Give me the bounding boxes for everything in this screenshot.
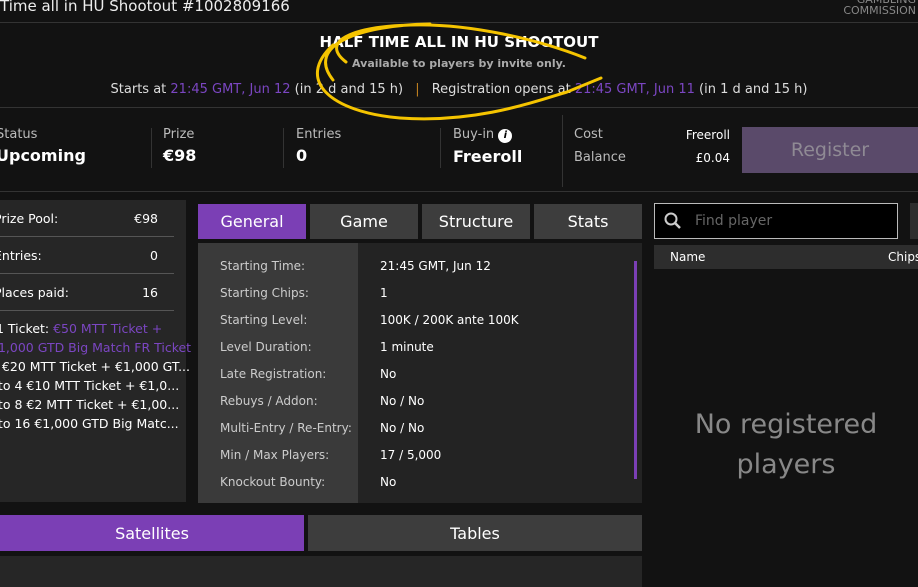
divider	[0, 22, 918, 23]
reg-label: Registration opens at	[431, 82, 571, 97]
cost-value: Freeroll	[685, 128, 730, 142]
detail-value: 100K / 200K ante 100K	[380, 313, 519, 327]
detail-value: 1	[380, 286, 388, 300]
prize-item: 9 to 16 €1,000 GTD Big Matc...	[0, 416, 179, 431]
detail-label: Level Duration:	[220, 340, 312, 354]
buyin-stat: Buy-in i Freeroll	[453, 127, 523, 166]
detail-label: Min / Max Players:	[220, 448, 330, 462]
balance-label: Balance	[574, 150, 626, 165]
detail-label: Knockout Bounty:	[220, 475, 326, 489]
detail-value: 1 minute	[380, 340, 434, 354]
schedule-line: Starts at 21:45 GMT, Jun 12 (in 2 d and …	[0, 82, 918, 97]
players-table-header: Name Chips	[654, 245, 918, 269]
col-name[interactable]: Name	[670, 250, 705, 264]
detail-value: No / No	[380, 394, 425, 408]
register-button[interactable]: Register	[742, 127, 918, 173]
detail-value: No	[380, 475, 397, 489]
invite-notice: Available to players by invite only.	[352, 57, 566, 70]
col-chips[interactable]: Chips	[888, 250, 918, 264]
divider	[440, 128, 441, 168]
places-paid-row: Places paid: 16	[0, 274, 174, 311]
balance-value: £0.04	[695, 151, 730, 165]
starts-label: Starts at	[110, 82, 167, 97]
divider	[151, 128, 152, 168]
divider	[0, 107, 918, 108]
window-title: Time all in HU Shootout #1002809166	[0, 0, 290, 15]
tab-stats[interactable]: Stats	[534, 204, 642, 239]
prize-list: 1 Ticket: €50 MTT Ticket + €1,000 GTD Bi…	[0, 311, 191, 433]
prize-link[interactable]: €1,000 GTD Big Match FR Ticket	[0, 338, 191, 357]
detail-value: No / No	[380, 421, 425, 435]
search-icon	[664, 212, 681, 229]
detail-label: Starting Chips:	[220, 286, 309, 300]
gambling-commission-logo: GAMBLINGCOMMISSION	[843, 0, 916, 17]
detail-value: 21:45 GMT, Jun 12	[380, 259, 491, 273]
find-player-input[interactable]: Find player	[654, 203, 898, 239]
detail-label: Starting Level:	[220, 313, 308, 327]
prize-item: 2 €20 MTT Ticket + €1,000 GT...	[0, 359, 190, 374]
divider	[283, 128, 284, 168]
reg-relative: (in 1 d and 15 h)	[699, 82, 808, 97]
prize-link[interactable]: €50 MTT Ticket +	[53, 321, 162, 336]
filter-button[interactable]	[910, 203, 918, 239]
status-stat: Status Upcoming	[0, 127, 86, 165]
prize-summary-panel: Prize Pool:€98 Entries:0 Places paid:16 …	[0, 200, 191, 502]
satellites-panel	[0, 556, 642, 587]
entries-row: Entries:0	[0, 237, 174, 274]
detail-value: 17 / 5,000	[380, 448, 442, 462]
tab-structure[interactable]: Structure	[422, 204, 530, 239]
no-players-message: No registered players	[694, 409, 878, 480]
prize-item: 3 to 4 €10 MTT Ticket + €1,0...	[0, 378, 180, 393]
starts-time: 21:45 GMT, Jun 12	[170, 82, 291, 97]
tab-game[interactable]: Game	[310, 204, 418, 239]
scrollbar[interactable]	[634, 261, 637, 479]
entries-stat: Entries 0	[296, 127, 342, 165]
detail-label: Multi-Entry / Re-Entry:	[220, 421, 352, 435]
prize-stat: Prize €98	[163, 127, 197, 165]
general-details: Starting Time: 21:45 GMT, Jun 12 Starting …	[198, 243, 642, 503]
detail-label: Late Registration:	[220, 367, 327, 381]
tab-general[interactable]: General	[198, 204, 306, 239]
search-placeholder: Find player	[695, 213, 773, 229]
prize-item: 5 to 8 €2 MTT Ticket + €1,00...	[0, 397, 180, 412]
cost-label: Cost	[574, 127, 603, 142]
info-icon[interactable]: i	[498, 129, 513, 143]
prize-pool-row: Prize Pool: €98	[0, 200, 174, 237]
tab-satellites[interactable]: Satellites	[0, 515, 304, 551]
detail-label: Starting Time:	[220, 259, 306, 273]
tab-tables[interactable]: Tables	[308, 515, 642, 551]
divider	[562, 115, 563, 187]
tournament-name: HALF TIME ALL IN HU SHOOTOUT	[319, 33, 599, 51]
starts-relative: (in 2 d and 15 h)	[294, 82, 404, 97]
reg-time: 21:45 GMT, Jun 11	[574, 82, 695, 97]
separator: |	[415, 82, 420, 97]
detail-label: Rebuys / Addon:	[220, 394, 318, 408]
divider	[0, 191, 918, 192]
detail-value: No	[380, 367, 397, 381]
